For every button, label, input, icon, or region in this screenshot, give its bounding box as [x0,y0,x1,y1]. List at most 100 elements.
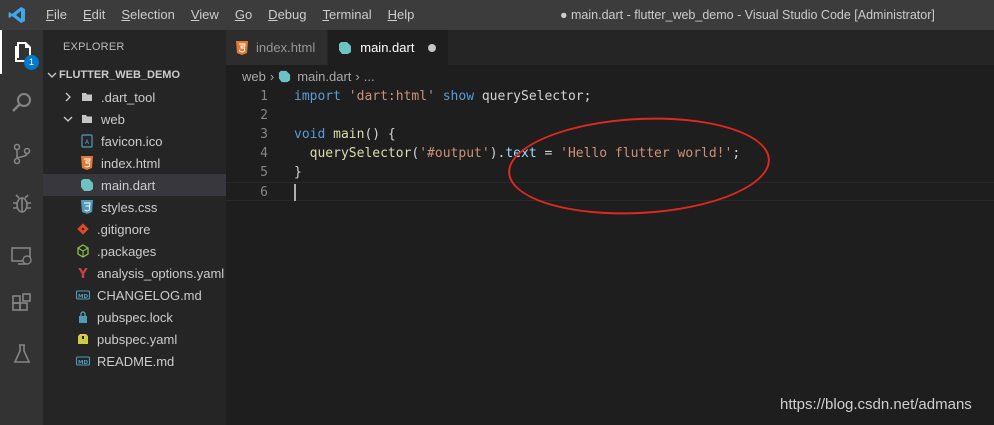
menu-mnemonic: D [268,7,278,22]
tree-item[interactable]: Afavicon.ico [43,130,226,152]
tab-label: main.dart [360,40,415,55]
code-token: main [333,127,365,142]
markdown-file-icon: MD [75,353,91,369]
tree-item[interactable]: main.dart [43,174,226,196]
code-line: 4 querySelector('#output').text = 'Hello… [226,144,994,163]
menu-label: dit [91,7,106,22]
chevron-right-icon [61,92,75,102]
explorer-sidebar: EXPLORER FLUTTER_WEB_DEMO .dart_tool web A… [43,30,226,425]
chevron-down-icon [45,70,59,80]
testing-icon[interactable] [0,332,43,376]
code-text: } [294,163,302,182]
package-icon [75,243,91,259]
folder-icon [79,111,95,127]
code-token: show [442,89,475,104]
line-number: 3 [260,127,268,142]
tree-item[interactable]: pubspec.lock [43,306,226,328]
menu-label: election [130,7,175,22]
svg-text:A: A [85,139,90,146]
search-icon[interactable] [0,80,43,124]
code-token: querySelector [309,146,412,161]
tab-index-html[interactable]: index.html [226,30,329,65]
menu-item[interactable]: File [38,0,75,30]
dart-file-icon [338,41,352,55]
debug-icon[interactable] [0,182,43,226]
breadcrumb-folder[interactable]: web [242,69,266,84]
menu-item[interactable]: View [183,0,227,30]
tree-item[interactable]: .gitignore [43,218,226,240]
html-file-icon [236,40,248,55]
code-line: 2 [226,106,994,125]
menu-item[interactable]: Edit [75,0,113,30]
watermark: https://blog.csdn.net/admans [780,396,972,413]
tree-item-label: favicon.ico [101,133,163,149]
code-text: void main() { [294,125,396,144]
tree-item[interactable]: styles.css [43,196,226,218]
code-editor[interactable]: 1 import 'dart:html' show querySelector; 2… [226,87,994,425]
tree-item[interactable]: MD CHANGELOG.md [43,284,226,306]
tree-item[interactable]: Yanalysis_options.yaml [43,262,226,284]
menu-label: elp [397,7,415,22]
code-token: querySelector; [474,89,592,104]
tree-item-label: pubspec.lock [97,309,173,325]
code-token: = [536,146,561,161]
dart-file-icon [79,177,95,193]
menu-bar: File Edit Selection View Go Debug Terminal Help [38,0,422,30]
extensions-icon[interactable] [0,282,43,326]
pubspec-file-icon [75,331,91,347]
menu-item[interactable]: Go [227,0,260,30]
file-tree: .dart_tool web Afavicon.ico index.html main.… [43,86,226,372]
svg-text:MD: MD [78,294,88,300]
tree-item[interactable]: web [43,108,226,130]
tree-item[interactable]: MD README.md [43,350,226,372]
menu-mnemonic: H [387,7,397,22]
workspace-section-header[interactable]: FLUTTER_WEB_DEMO [43,64,226,86]
code-token: ; [732,146,741,161]
tree-item[interactable]: pubspec.yaml [43,328,226,350]
menu-item[interactable]: Selection [113,0,182,30]
breadcrumb-file[interactable]: main.dart [297,69,351,84]
window-title: ● main.dart - flutter_web_demo - Visual … [560,8,935,22]
explorer-icon[interactable]: 1 [0,30,43,74]
tree-item-label: pubspec.yaml [97,331,178,347]
tree-item[interactable]: index.html [43,152,226,174]
menu-mnemonic: E [82,7,92,22]
unsaved-dot-icon[interactable] [428,43,437,52]
chevron-down-icon [61,114,75,124]
menu-item[interactable]: Terminal [314,0,379,30]
code-text: import 'dart:html' show querySelector; [294,87,591,106]
tab-main-dart[interactable]: main.dart [328,30,450,65]
code-token: '#output' [419,146,490,161]
menu-mnemonic: F [46,7,54,22]
code-text: querySelector('#output').text = 'Hello f… [294,144,741,163]
title-bar: File Edit Selection View Go Debug Terminal Help… [0,0,994,30]
line-number: 6 [260,185,268,200]
tree-item[interactable]: .packages [43,240,226,262]
tree-item-label: .packages [97,243,157,259]
lock-file-icon [75,309,91,325]
breadcrumb-more[interactable]: ... [364,69,375,84]
menu-mnemonic: S [121,7,131,22]
menu-item[interactable]: Help [380,0,423,30]
explorer-badge: 1 [24,55,39,70]
tree-item-label: web [101,111,125,127]
tree-item-label: main.dart [101,177,156,193]
code-line: 1 import 'dart:html' show querySelector; [226,87,994,106]
source-control-icon[interactable] [0,132,43,176]
code-token: text [505,146,537,161]
menu-item[interactable]: Debug [260,0,314,30]
yaml-file-icon: Y [75,265,91,281]
chevron-right-icon: › [355,68,360,84]
svg-text:MD: MD [78,360,88,366]
tab-bar: index.html main.dart [226,30,994,65]
tree-item[interactable]: .dart_tool [43,86,226,108]
remote-explorer-icon[interactable] [0,234,43,278]
tree-item-label: .dart_tool [101,89,156,105]
dart-file-icon [278,70,291,83]
vscode-logo-icon [4,0,30,30]
code-token: void [294,127,326,142]
code-token: } [294,165,302,180]
code-token: import [294,89,341,104]
